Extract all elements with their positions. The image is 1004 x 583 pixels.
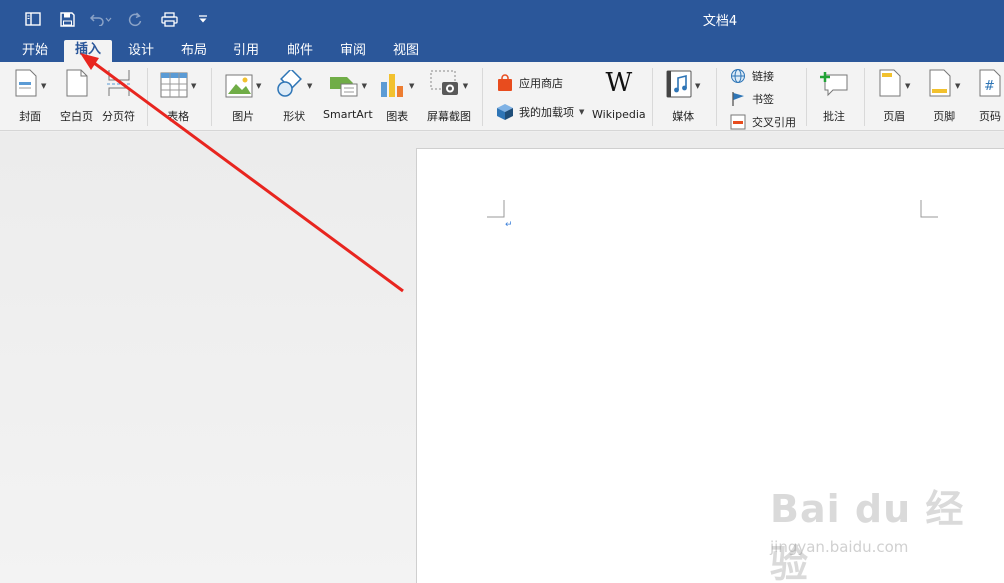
title-bar: 文档4 — [0, 0, 1004, 37]
quick-access-toolbar — [22, 9, 226, 29]
watermark: Bai du 经验 jingyan.baidu.com — [770, 478, 995, 583]
top-right-crop-mark — [920, 200, 938, 218]
watermark-url: jingyan.baidu.com — [770, 538, 909, 556]
blank-page-button[interactable]: 空白页 — [60, 68, 93, 124]
wikipedia-icon: W — [605, 68, 633, 98]
tab-references[interactable]: 引用 — [225, 42, 267, 62]
tab-review[interactable]: 审阅 — [332, 42, 374, 62]
wikipedia-button[interactable]: W Wikipedia — [592, 68, 646, 121]
media-button[interactable]: ▼ 媒体 — [666, 68, 700, 124]
save-icon[interactable] — [56, 9, 78, 29]
document-title: 文档4 — [702, 14, 738, 29]
footer-icon: ▼ — [928, 68, 960, 98]
blank-page-icon — [65, 68, 89, 98]
smartart-button[interactable]: ▼ SmartArt — [323, 68, 373, 121]
store-bag-icon — [496, 74, 514, 92]
addins-cube-icon — [496, 103, 514, 121]
undo-icon[interactable] — [90, 9, 112, 29]
smartart-icon: ▼ — [329, 68, 367, 98]
paragraph-mark-icon: ↵ — [505, 220, 513, 230]
app-store-button[interactable]: 应用商店 — [496, 74, 563, 92]
top-left-crop-mark — [487, 200, 505, 218]
my-addins-button[interactable]: 我的加载项 ▼ — [496, 103, 584, 121]
screenshot-button[interactable]: ▼ 屏幕截图 — [427, 68, 471, 124]
header-icon: ▼ — [878, 68, 910, 98]
watermark-logo: Bai du 经验 — [770, 487, 965, 583]
screenshot-icon: ▼ — [430, 68, 468, 98]
cross-reference-icon — [729, 113, 747, 131]
picture-icon: ▼ — [225, 68, 261, 98]
svg-text:#: # — [984, 79, 995, 94]
table-button[interactable]: ▼ 表格 — [160, 68, 196, 124]
cover-page-button[interactable]: ▼ 封面 — [14, 68, 46, 124]
shapes-button[interactable]: ▼ 形状 — [276, 68, 312, 124]
table-icon: ▼ — [160, 68, 196, 98]
print-icon[interactable] — [158, 9, 180, 29]
tab-view[interactable]: 视图 — [385, 42, 427, 62]
chart-icon: ▼ — [380, 68, 414, 98]
ribbon: ▼ 封面 空白页 分页符 ▼ 表格 ▼ 图片 ▼ 形状 ▼ SmartArt ▼… — [0, 62, 1004, 131]
link-button[interactable]: 链接 — [729, 67, 774, 85]
media-icon: ▼ — [666, 68, 700, 98]
cover-page-icon: ▼ — [14, 68, 46, 98]
header-button[interactable]: ▼ 页眉 — [878, 68, 910, 124]
customize-icon[interactable] — [192, 9, 214, 29]
shapes-icon: ▼ — [276, 68, 312, 98]
bookmark-button[interactable]: 书签 — [729, 90, 774, 108]
page-number-button[interactable]: # 页码 — [978, 68, 1002, 124]
comment-button[interactable]: 批注 — [819, 68, 849, 124]
picture-button[interactable]: ▼ 图片 — [225, 68, 261, 124]
footer-button[interactable]: ▼ 页脚 — [928, 68, 960, 124]
redo-icon[interactable] — [124, 9, 146, 29]
page-break-button[interactable]: 分页符 — [102, 68, 135, 124]
comment-icon — [819, 68, 849, 98]
sidebar-icon[interactable] — [22, 9, 44, 29]
cross-reference-button[interactable]: 交叉引用 — [729, 113, 796, 131]
bookmark-flag-icon — [729, 90, 747, 108]
globe-link-icon — [729, 67, 747, 85]
page-break-icon — [106, 68, 132, 98]
ribbon-tabs: 开始 插入 设计 布局 引用 邮件 审阅 视图 — [0, 37, 1004, 62]
tab-layout[interactable]: 布局 — [173, 42, 215, 62]
tab-insert[interactable]: 插入 — [64, 40, 112, 62]
chart-button[interactable]: ▼ 图表 — [380, 68, 414, 124]
page-number-icon: # — [978, 68, 1002, 98]
tab-home[interactable]: 开始 — [14, 42, 56, 62]
tab-design[interactable]: 设计 — [120, 42, 162, 62]
tab-mailings[interactable]: 邮件 — [279, 42, 321, 62]
